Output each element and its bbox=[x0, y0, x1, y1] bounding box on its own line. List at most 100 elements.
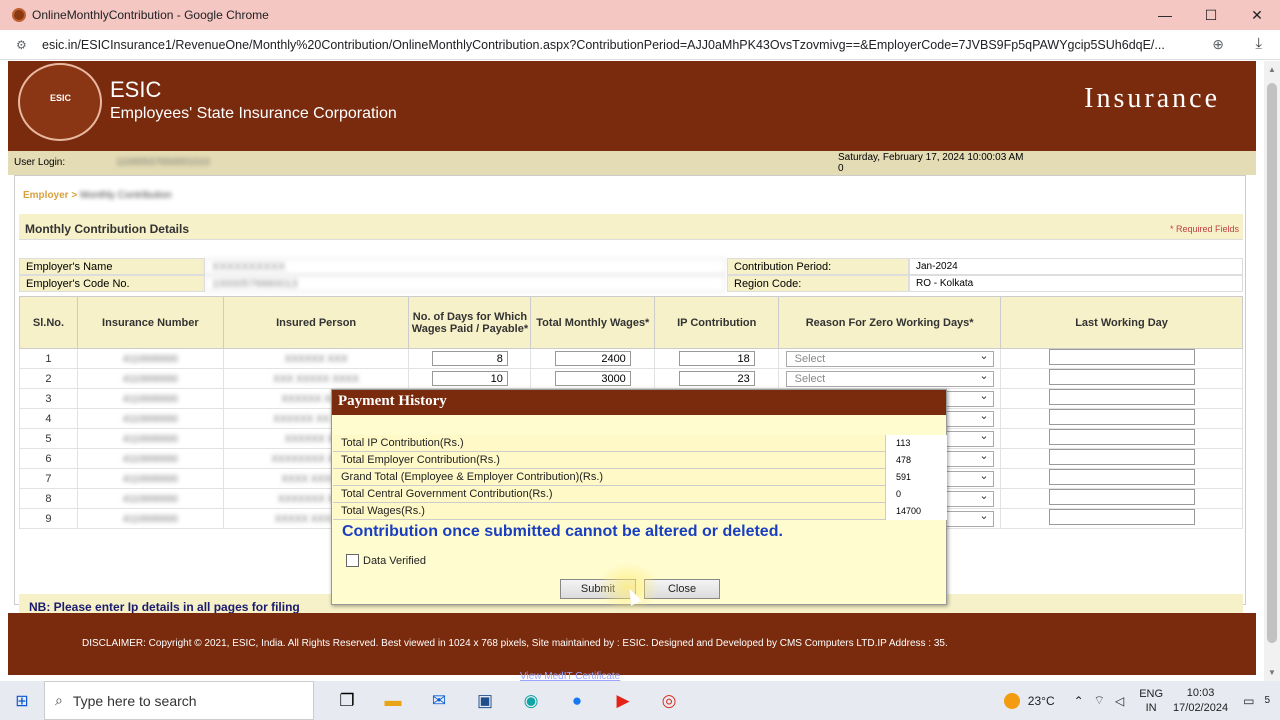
scroll-up-icon[interactable]: ▲ bbox=[1268, 65, 1276, 74]
address-bar[interactable]: ⚙ esic.in/ESICInsurance1/RevenueOne/Mont… bbox=[0, 30, 1280, 60]
scroll-down-icon[interactable]: ▼ bbox=[1268, 668, 1276, 677]
region-value: RO - Kolkata bbox=[909, 275, 1243, 292]
close-window-button[interactable]: ✕ bbox=[1234, 0, 1280, 30]
language-indicator[interactable]: ENG IN bbox=[1139, 687, 1163, 715]
last-working-day-input[interactable] bbox=[1048, 469, 1195, 485]
days-input[interactable] bbox=[431, 371, 508, 386]
reason-select[interactable]: Select bbox=[785, 369, 994, 387]
employer-info: Employer's Name XXXXXXXXXX Employer's Co… bbox=[19, 258, 1243, 292]
row-wages-cell bbox=[530, 368, 656, 389]
row-days-cell bbox=[408, 348, 532, 369]
row-last-working-cell bbox=[1000, 488, 1243, 509]
last-working-day-input[interactable] bbox=[1048, 349, 1195, 365]
row-insurance-number: 4110000000 bbox=[76, 468, 224, 489]
windows-start-icon[interactable]: ⊞ bbox=[0, 681, 44, 720]
taskbar: ⊞ ⌕ Type here to search ❐ ▬ ✉ ▣ ◉ ● ▶ ◎ … bbox=[0, 681, 1280, 720]
last-working-day-input[interactable] bbox=[1048, 489, 1195, 505]
last-working-day-input[interactable] bbox=[1048, 509, 1195, 525]
row-slno: 9 bbox=[19, 508, 78, 529]
speaker-icon[interactable]: ◁ bbox=[1115, 694, 1124, 708]
clock[interactable]: 10:03 17/02/2024 bbox=[1173, 686, 1228, 716]
employer-code-label: Employer's Code No. bbox=[19, 275, 205, 292]
breadcrumb-root[interactable]: Employer > bbox=[23, 190, 77, 201]
ip-contribution-input[interactable] bbox=[678, 351, 755, 366]
col-reason: Reason For Zero Working Days* bbox=[778, 296, 1002, 349]
row-slno: 8 bbox=[19, 488, 78, 509]
row-reason-cell: Select bbox=[778, 368, 1002, 389]
col-wages: Total Monthly Wages* bbox=[530, 296, 656, 349]
file-explorer-icon[interactable]: ▬ bbox=[370, 691, 416, 711]
row-last-working-cell bbox=[1000, 468, 1243, 489]
network-icon[interactable]: ⌔ bbox=[1094, 693, 1105, 708]
scroll-thumb[interactable] bbox=[1267, 83, 1277, 643]
url-text[interactable]: esic.in/ESICInsurance1/RevenueOne/Monthl… bbox=[42, 38, 1202, 52]
chrome-icon bbox=[12, 8, 26, 22]
row-slno: 2 bbox=[19, 368, 78, 389]
site-info-icon[interactable]: ⚙ bbox=[16, 38, 32, 52]
row-last-working-cell bbox=[1000, 408, 1243, 429]
edge-icon[interactable]: ◉ bbox=[508, 691, 554, 711]
summary-row: Total IP Contribution(Rs.) 113 bbox=[333, 435, 947, 452]
last-working-day-input[interactable] bbox=[1048, 369, 1195, 385]
col-insurance-number: Insurance Number bbox=[76, 296, 224, 349]
data-verified-checkbox[interactable] bbox=[346, 554, 359, 567]
wages-input[interactable] bbox=[554, 371, 631, 386]
mail-icon[interactable]: ✉ bbox=[416, 691, 462, 711]
window-titlebar: OnlineMonthlyContribution - Google Chrom… bbox=[0, 0, 1280, 30]
data-verified-label: Data Verified bbox=[363, 554, 426, 567]
row-slno: 1 bbox=[19, 348, 78, 369]
period-label: Contribution Period: bbox=[727, 258, 909, 275]
submit-warning: Contribution once submitted cannot be al… bbox=[342, 523, 783, 540]
maximize-button[interactable]: ☐ bbox=[1188, 0, 1234, 30]
chrome-taskbar-icon[interactable]: ◎ bbox=[646, 691, 692, 711]
wages-input[interactable] bbox=[554, 351, 631, 366]
last-working-day-input[interactable] bbox=[1048, 389, 1195, 405]
region-label: Region Code: bbox=[727, 275, 909, 292]
minimize-button[interactable]: — bbox=[1142, 0, 1188, 30]
taskbar-search[interactable]: ⌕ Type here to search bbox=[44, 681, 314, 720]
last-working-day-input[interactable] bbox=[1048, 449, 1195, 465]
tray-chevron-icon[interactable]: ⌃ bbox=[1074, 694, 1084, 708]
summary-row: Total Wages(Rs.) 14700 bbox=[333, 503, 947, 520]
last-working-day-input[interactable] bbox=[1048, 429, 1195, 445]
facebook-icon[interactable]: ● bbox=[554, 691, 600, 711]
row-insurance-number: 4110000000 bbox=[76, 368, 224, 389]
weather[interactable]: 23°C bbox=[1003, 692, 1055, 709]
employer-name-label: Employer's Name bbox=[19, 258, 205, 275]
system-tray: 23°C ⌃ ⌔ ◁ ENG IN 10:03 17/02/2024 ▭ 5 bbox=[1003, 681, 1280, 720]
task-view-icon[interactable]: ❐ bbox=[324, 691, 370, 711]
esic-banner: ESIC ESIC Employees' State Insurance Cor… bbox=[8, 61, 1256, 151]
youtube-icon[interactable]: ▶ bbox=[600, 691, 646, 711]
store-icon[interactable]: ▣ bbox=[462, 691, 508, 711]
zoom-icon[interactable]: ⊕ bbox=[1212, 36, 1224, 53]
user-id: 11000537650001010 bbox=[116, 157, 210, 168]
cursor-highlight bbox=[596, 562, 660, 612]
table-row: 24110000000XXX XXXXX XXXX Select bbox=[19, 368, 1243, 389]
notification-icon[interactable]: ▭ bbox=[1243, 694, 1254, 708]
ip-contribution-input[interactable] bbox=[678, 371, 755, 386]
last-working-day-input[interactable] bbox=[1048, 409, 1195, 425]
col-last-working-day: Last Working Day bbox=[1000, 296, 1243, 349]
row-slno: 5 bbox=[19, 428, 78, 449]
window-title: OnlineMonthlyContribution - Google Chrom… bbox=[32, 8, 269, 22]
data-verified-field[interactable]: Data Verified bbox=[346, 554, 426, 567]
download-icon[interactable]: ⤓ bbox=[1255, 35, 1262, 52]
user-bar: User Login: 11000537650001010 Saturday, … bbox=[8, 151, 1256, 175]
row-insured-person: XXXXXX XXX bbox=[222, 348, 410, 369]
row-insurance-number: 4110000000 bbox=[76, 488, 224, 509]
col-ip-contribution: IP Contribution bbox=[654, 296, 780, 349]
row-last-working-cell bbox=[1000, 388, 1243, 409]
row-insurance-number: 4110000000 bbox=[76, 348, 224, 369]
row-reason-cell: Select bbox=[778, 348, 1002, 369]
panel-header: Monthly Contribution Details * Required … bbox=[19, 214, 1243, 240]
row-insurance-number: 4110000000 bbox=[76, 448, 224, 469]
datetime: Saturday, February 17, 2024 10:00:03 AM … bbox=[838, 152, 1024, 174]
days-input[interactable] bbox=[431, 351, 508, 366]
row-wages-cell bbox=[530, 348, 656, 369]
breadcrumb: Employer > Monthly Contribution bbox=[23, 190, 172, 201]
page-scrollbar[interactable]: ▲ ▼ bbox=[1264, 61, 1280, 681]
org-name: Employees' State Insurance Corporation bbox=[110, 105, 397, 122]
medit-certificate-link[interactable]: View MedIT Certificate bbox=[520, 671, 620, 681]
reason-select[interactable]: Select bbox=[785, 349, 994, 367]
row-slno: 6 bbox=[19, 448, 78, 469]
